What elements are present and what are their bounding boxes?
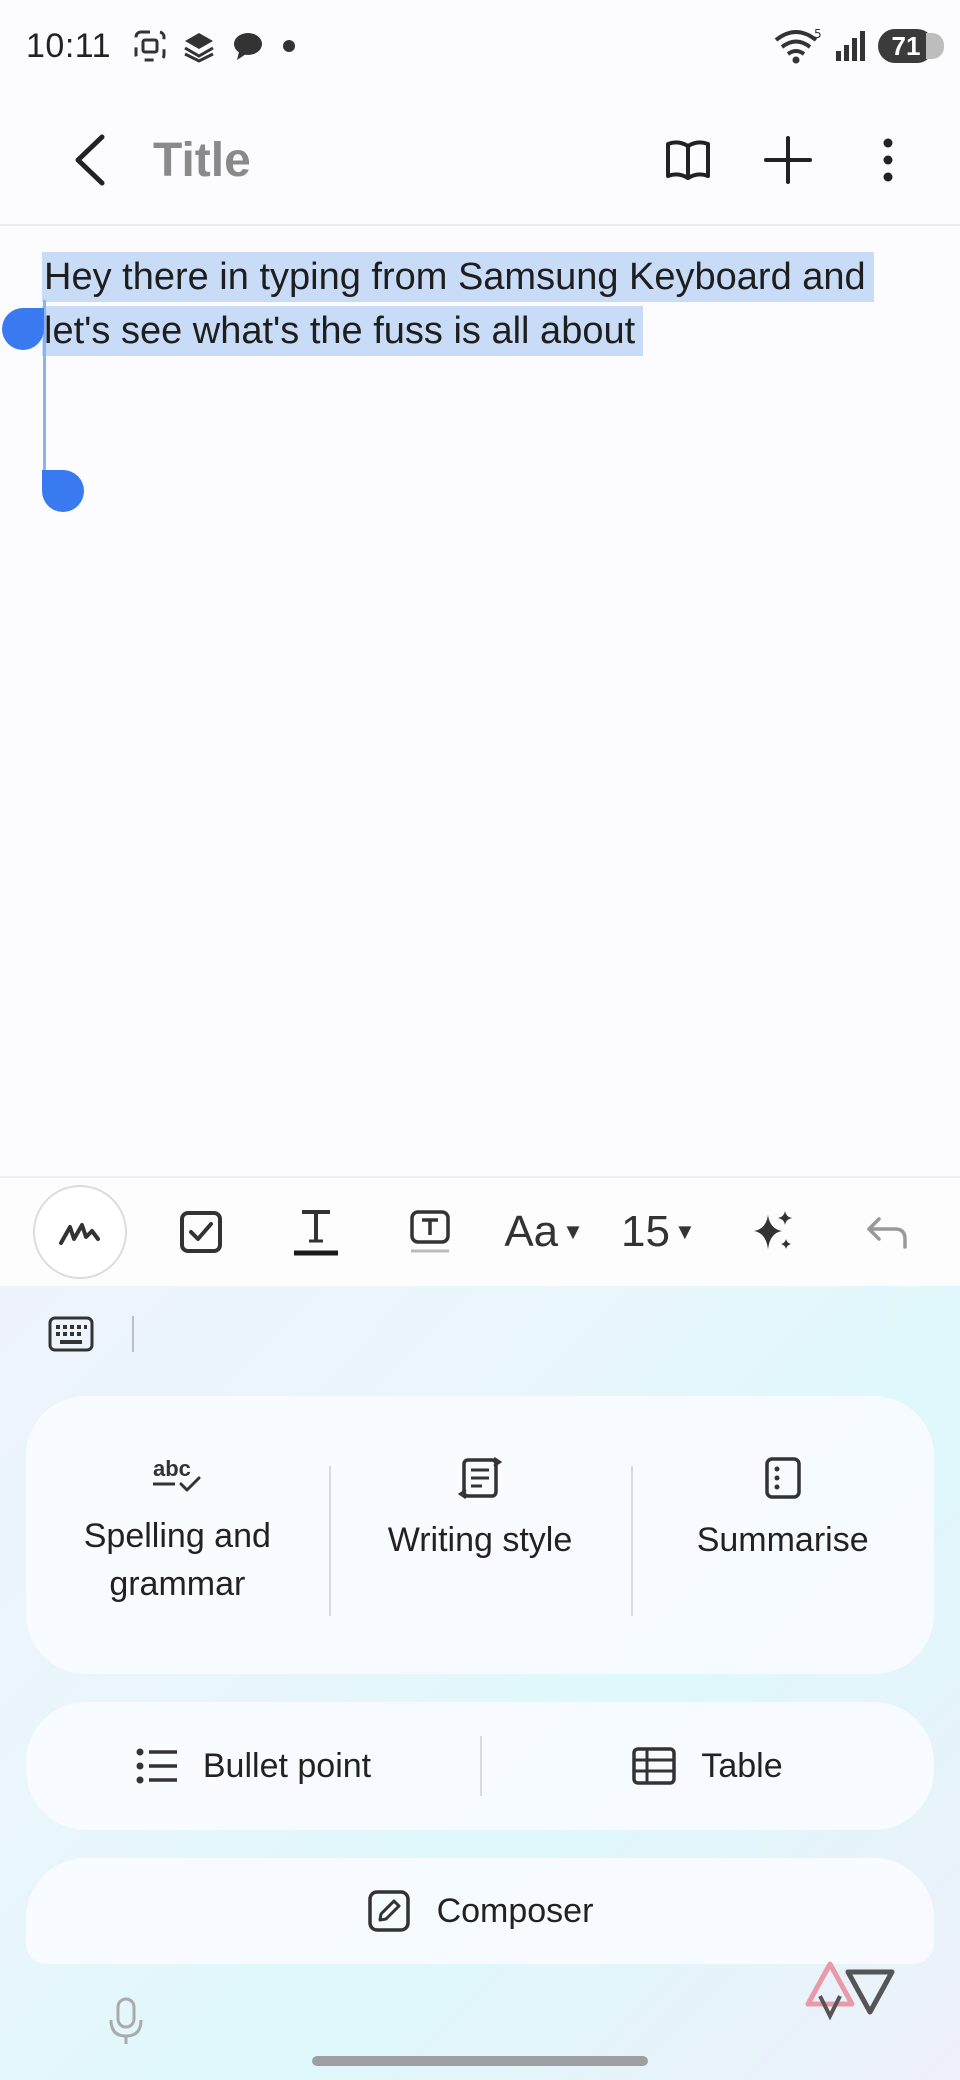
signal-icon <box>836 31 865 61</box>
status-bar: 10:11 5 71 <box>0 0 960 92</box>
format-toolbar: Aa ▼ 15 ▼ <box>0 1176 960 1286</box>
selection-end-handle[interactable] <box>42 470 84 512</box>
table-icon <box>632 1747 677 1785</box>
undo-icon <box>867 1217 907 1249</box>
back-icon <box>75 134 105 186</box>
more-options-button[interactable] <box>838 110 938 210</box>
text-style-button[interactable] <box>276 1185 356 1279</box>
composer-pencil-icon <box>367 1890 410 1932</box>
writing-tools-card: abc Spelling and grammar Writing style S… <box>26 1396 934 1674</box>
note-text[interactable]: Hey there in typing from Samsung Keyboar… <box>42 250 922 358</box>
writing-style-icon <box>458 1456 502 1500</box>
bullet-point-label: Bullet point <box>202 1746 372 1785</box>
caret-down-icon: ▼ <box>562 1219 584 1244</box>
table-label: Table <box>701 1746 783 1785</box>
checklist-button[interactable] <box>161 1185 241 1279</box>
app-bar: Title <box>0 100 960 220</box>
keyboard-icon[interactable] <box>48 1316 94 1352</box>
undo-button[interactable] <box>847 1185 927 1279</box>
summarise-icon <box>764 1457 801 1499</box>
system-status: 5 71 <box>774 26 944 66</box>
selection-start-handle[interactable] <box>2 308 44 350</box>
checkbox-icon <box>180 1211 223 1253</box>
dot-icon <box>283 40 296 52</box>
composer-button[interactable]: Composer <box>26 1858 934 1964</box>
spelling-grammar-button[interactable]: abc Spelling and grammar <box>26 1396 329 1674</box>
wifi-icon: 5 <box>774 27 822 64</box>
writing-style-button[interactable]: Writing style <box>328 1396 632 1674</box>
battery-indicator: 71 <box>878 29 944 63</box>
text-box-button[interactable] <box>390 1185 470 1279</box>
bullet-list-icon <box>136 1748 177 1784</box>
text-box-icon <box>410 1210 450 1253</box>
table-button[interactable]: Table <box>480 1702 934 1830</box>
writing-assist-panel: abc Spelling and grammar Writing style S… <box>0 1286 960 2080</box>
svg-text:abc: abc <box>153 1456 191 1481</box>
add-button[interactable] <box>738 110 838 210</box>
wifi-badge: 5 <box>814 27 822 41</box>
note-body[interactable]: Hey there in typing from Samsung Keyboar… <box>42 250 922 358</box>
note-title[interactable]: Title <box>153 133 251 188</box>
summarise-button[interactable]: Summarise <box>631 1396 934 1674</box>
caret-down-icon: ▼ <box>673 1219 696 1244</box>
composer-label: Composer <box>436 1891 594 1930</box>
writing-style-label: Writing style <box>387 1521 573 1559</box>
home-indicator[interactable] <box>312 2056 648 2066</box>
microphone-icon[interactable] <box>106 1996 146 2046</box>
font-size-label: 15 <box>621 1207 670 1256</box>
app-actions <box>638 110 938 210</box>
handwriting-pen-icon <box>59 1223 101 1245</box>
font-style-dropdown[interactable]: Aa ▼ <box>504 1185 584 1279</box>
spell-check-icon: abc <box>153 1456 201 1492</box>
sparkle-ai-icon <box>753 1211 792 1249</box>
font-size-dropdown[interactable]: 15 ▼ <box>618 1185 698 1279</box>
screenshot-icon <box>134 30 166 62</box>
back-button[interactable] <box>45 115 135 205</box>
selected-text[interactable]: Hey there in typing from Samsung Keyboar… <box>42 252 874 356</box>
text-style-icon <box>293 1210 338 1256</box>
summarise-label: Summarise <box>696 1521 869 1559</box>
toolbar-separator <box>132 1316 134 1352</box>
insert-tools-card: Bullet point Table <box>26 1702 934 1830</box>
font-style-label: Aa <box>504 1207 559 1256</box>
more-vert-icon <box>883 138 893 182</box>
spelling-grammar-label: Spelling and grammar <box>83 1517 271 1603</box>
app-bar-divider <box>0 224 960 226</box>
layers-app-icon <box>184 33 214 63</box>
reading-mode-button[interactable] <box>638 110 738 210</box>
keyboard-toolbar <box>48 1316 134 1352</box>
status-time: 10:11 <box>26 26 112 65</box>
book-icon <box>666 140 710 180</box>
bullet-point-button[interactable]: Bullet point <box>26 1702 480 1830</box>
watermark-logo-icon <box>805 1961 895 2021</box>
handwriting-button[interactable] <box>33 1185 128 1279</box>
plus-icon <box>764 136 812 184</box>
chat-bubble-icon <box>234 33 263 60</box>
notification-icons <box>133 29 299 63</box>
ai-assist-button[interactable] <box>733 1185 813 1279</box>
